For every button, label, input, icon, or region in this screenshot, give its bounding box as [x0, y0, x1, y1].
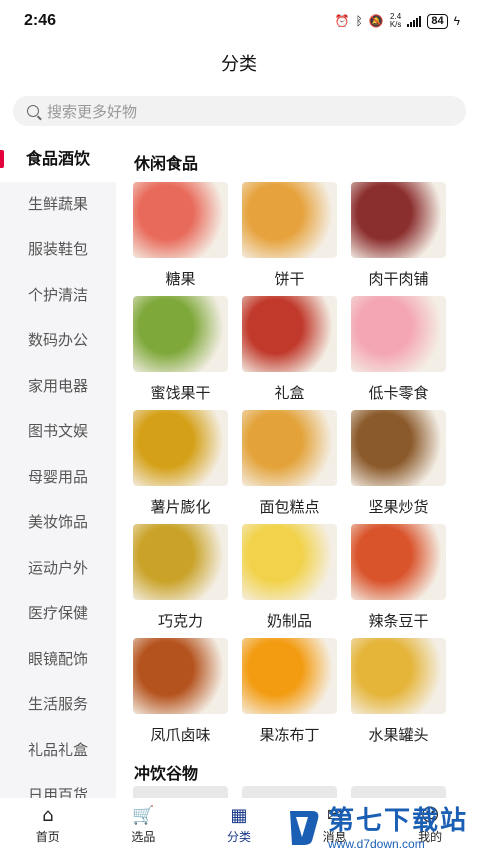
sidebar-item[interactable]: 数码办公	[0, 318, 116, 364]
gift-box-image	[242, 296, 337, 372]
category-label: 蜜饯果干	[150, 384, 211, 402]
sidebar-item[interactable]: 运动户外	[0, 546, 116, 592]
category-tile[interactable]: 坚果炒货	[351, 410, 446, 524]
category-tile[interactable]: 肉干肉铺	[351, 182, 446, 296]
sidebar-item[interactable]: 礼品礼盒	[0, 728, 116, 774]
search-icon	[27, 105, 39, 117]
sidebar-item[interactable]: 美妆饰品	[0, 500, 116, 546]
network-speed: 2.4 K/s	[389, 12, 402, 29]
category-label: 饼干	[274, 270, 305, 288]
category-label: 果冻布丁	[259, 726, 320, 744]
category-icon: ▦	[230, 805, 248, 826]
dried-fruit-image	[133, 296, 228, 372]
canned-fruit-image	[351, 638, 446, 714]
chips-image	[133, 410, 228, 486]
category-tile[interactable]: 饼干	[242, 182, 337, 296]
nuts-image	[351, 410, 446, 486]
sidebar-item[interactable]: 服装鞋包	[0, 227, 116, 273]
category-label: 坚果炒货	[368, 498, 429, 516]
tab-cart[interactable]: 🛒 选品	[96, 798, 192, 850]
sidebar-item[interactable]: 生活服务	[0, 682, 116, 728]
category-label: 凤爪卤味	[150, 726, 211, 744]
category-label: 糖果	[165, 270, 196, 288]
snack-grid: 糖果 饼干 肉干肉铺蜜饯果干 礼盒 低卡零食薯片膨化 面包糕点 坚果炒货巧克力 奶制品 辣条豆干…	[133, 182, 463, 752]
signal-icon	[407, 15, 422, 27]
category-tile[interactable]: 薯片膨化	[133, 410, 228, 524]
category-tile[interactable]: 面包糕点	[242, 410, 337, 524]
section-title-beverages: 冲饮谷物	[134, 764, 199, 783]
jelly-image	[242, 638, 337, 714]
beverage-thumbs	[133, 786, 446, 798]
sidebar-item[interactable]: 家用电器	[0, 364, 116, 410]
category-label: 面包糕点	[259, 498, 320, 516]
category-tile[interactable]: 辣条豆干	[351, 524, 446, 638]
sidebar-item[interactable]: 日用百货	[0, 773, 116, 798]
cheese-image	[242, 524, 337, 600]
category-tile[interactable]: 凤爪卤味	[133, 638, 228, 752]
status-bar: 2:46 ⏰ ᛒ 🔕 2.4 K/s 84 ϟ	[0, 0, 478, 44]
category-content: 休闲食品 糖果 饼干 肉干肉铺蜜饯果干 礼盒 低卡零食薯片膨化 面包糕点 坚果炒货巧克力 奶制…	[116, 136, 478, 798]
search-placeholder: 搜索更多好物	[47, 102, 138, 121]
category-label: 薯片膨化	[150, 498, 211, 516]
low-cal-snack-image	[351, 296, 446, 372]
bluetooth-icon: ᛒ	[355, 14, 363, 28]
tab-category[interactable]: ▦ 分类	[191, 798, 287, 850]
sidebar-item[interactable]: 个护清洁	[0, 273, 116, 319]
sidebar-item[interactable]: 图书文娱	[0, 409, 116, 455]
sidebar-item[interactable]: 眼镜配饰	[0, 637, 116, 683]
status-icons: ⏰ ᛒ 🔕 2.4 K/s 84 ϟ	[335, 13, 460, 29]
biscuit-image	[242, 182, 337, 258]
page-title: 分类	[221, 54, 257, 75]
tab-label: 选品	[131, 830, 156, 844]
jerky-image	[351, 182, 446, 258]
mute-icon: 🔕	[368, 14, 384, 28]
tab-label: 分类	[226, 830, 251, 844]
category-sidebar: 食品酒饮 生鲜蔬果 服装鞋包 个护清洁 数码办公 家用电器 图书文娱 母婴用品 美妆饰品 运动户外…	[0, 136, 116, 798]
category-label: 水果罐头	[368, 726, 429, 744]
category-tile[interactable]: 水果罐头	[351, 638, 446, 752]
category-label: 低卡零食	[368, 384, 429, 402]
chocolate-image	[133, 524, 228, 600]
chicken-feet-image	[133, 638, 228, 714]
category-tile[interactable]: 糖果	[133, 182, 228, 296]
category-tile[interactable]: 巧克力	[133, 524, 228, 638]
candy-image	[133, 182, 228, 258]
bread-image	[242, 410, 337, 486]
category-label: 辣条豆干	[368, 612, 429, 630]
category-tile[interactable]: 礼盒	[242, 296, 337, 410]
category-label: 礼盒	[274, 384, 305, 402]
sidebar-item[interactable]: 食品酒饮	[0, 136, 116, 182]
category-label: 巧克力	[157, 612, 203, 630]
spicy-strip-image	[351, 524, 446, 600]
charging-icon: ϟ	[453, 14, 460, 28]
tab-label: 首页	[35, 830, 60, 844]
category-tile[interactable]: 低卡零食	[351, 296, 446, 410]
sidebar-item[interactable]: 医疗保健	[0, 591, 116, 637]
search-bar[interactable]: 搜索更多好物	[13, 96, 466, 126]
cart-icon: 🛒	[132, 805, 155, 826]
alarm-icon: ⏰	[334, 14, 350, 28]
home-icon: ⌂	[42, 805, 54, 826]
section-title-snacks: 休闲食品	[134, 154, 199, 173]
tab-home[interactable]: ⌂ 首页	[0, 798, 96, 850]
category-label: 奶制品	[266, 612, 312, 630]
category-label: 肉干肉铺	[368, 270, 429, 288]
watermark-logo	[289, 810, 319, 845]
watermark-text: 第七下载站	[327, 806, 468, 836]
category-tile[interactable]: 奶制品	[242, 524, 337, 638]
category-tile[interactable]: 蜜饯果干	[133, 296, 228, 410]
status-time: 2:46	[24, 12, 57, 29]
category-tile[interactable]: 果冻布丁	[242, 638, 337, 752]
watermark: 第七下载站 www.d7down.com	[286, 800, 468, 851]
sidebar-item[interactable]: 生鲜蔬果	[0, 182, 116, 228]
sidebar-item[interactable]: 母婴用品	[0, 455, 116, 501]
battery-level: 84	[427, 13, 448, 29]
watermark-url: www.d7down.com	[327, 837, 425, 851]
